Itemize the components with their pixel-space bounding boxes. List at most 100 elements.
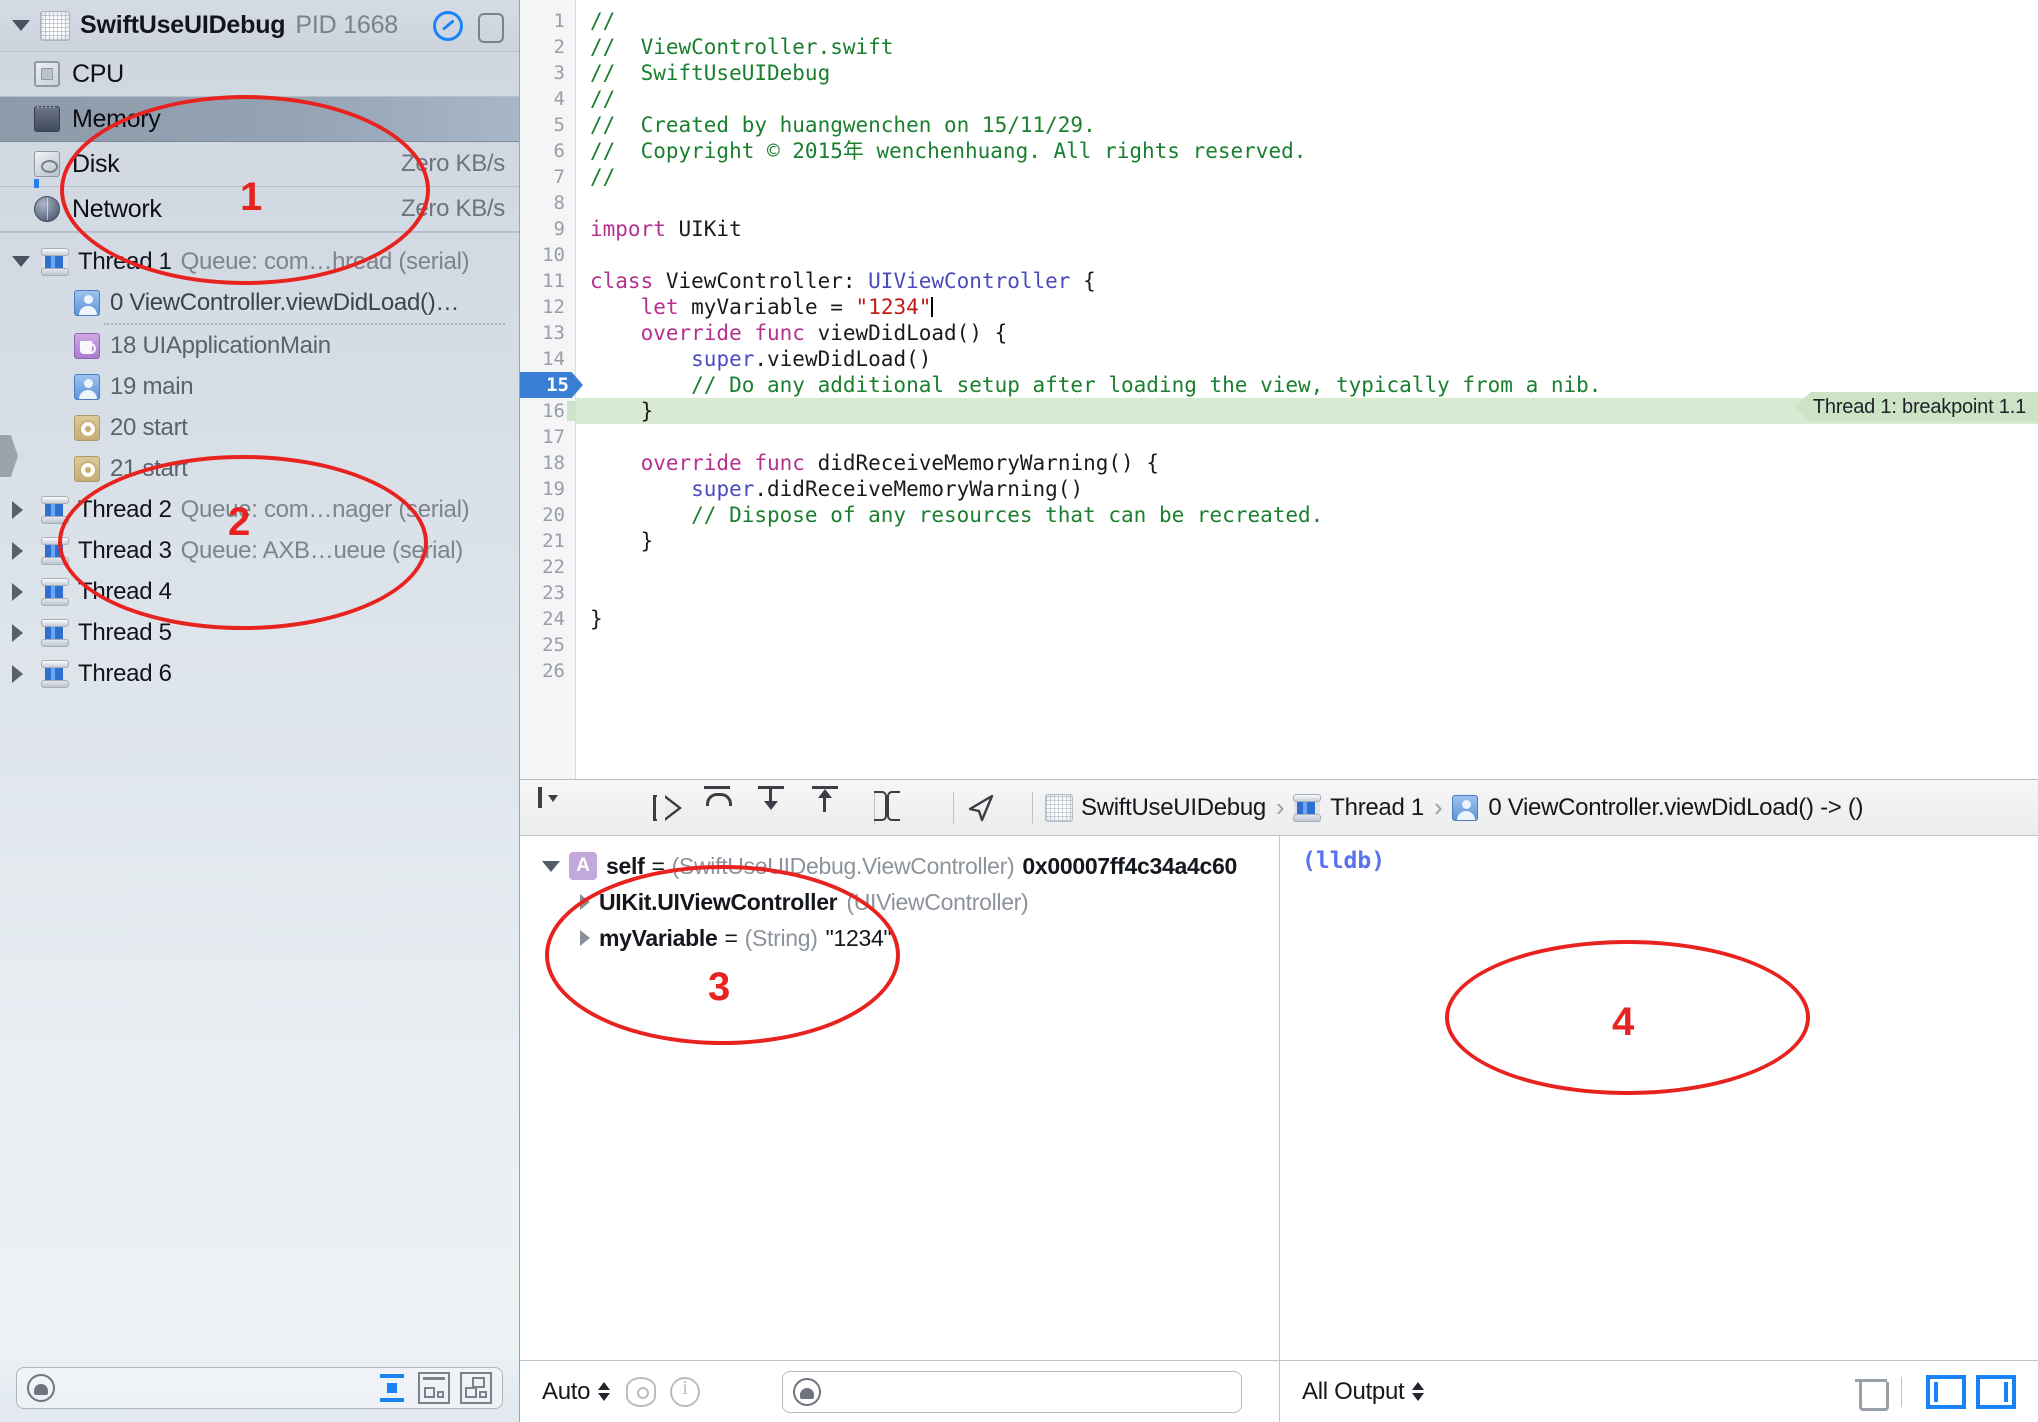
variable-scope-popup[interactable]: Auto <box>542 1378 610 1406</box>
stack-frame-row-19[interactable]: 19 main <box>0 366 519 407</box>
code-line: // <box>576 86 2038 112</box>
thread-list: Thread 1 Queue: com…hread (serial) 0 Vie… <box>0 233 519 1354</box>
updown-chevron-icon <box>598 1382 610 1401</box>
hide-debug-area-button[interactable] <box>538 789 584 827</box>
filter-by-queues-button[interactable] <box>460 1372 492 1404</box>
line-number: 7 <box>520 164 575 190</box>
line-number: 11 <box>520 268 575 294</box>
thread-row-2[interactable]: Thread 2 Queue: com…nager (serial) <box>0 489 519 530</box>
variable-row-self[interactable]: A self = (SwiftUseUIDebug.ViewController… <box>520 848 1279 884</box>
gauge-row-network[interactable]: Network Zero KB/s <box>0 187 519 232</box>
chevron-down-icon[interactable] <box>12 256 30 267</box>
code-line-func-didreceivememorywarning: override func didReceiveMemoryWarning() … <box>576 450 2038 476</box>
filter-by-threads-button[interactable] <box>418 1372 450 1404</box>
chevron-right-icon[interactable] <box>580 894 590 910</box>
line-number: 20 <box>520 502 575 528</box>
clear-console-icon[interactable] <box>1855 1375 1887 1409</box>
filter-by-stack-frames-button[interactable] <box>376 1372 408 1404</box>
thread-queue: Queue: com…hread (serial) <box>181 248 470 276</box>
thread-spool-icon <box>42 538 68 564</box>
split-view-icon[interactable] <box>477 12 505 40</box>
toolbar-divider <box>953 792 954 824</box>
memory-icon <box>34 106 60 132</box>
network-icon <box>34 196 60 222</box>
app-icon <box>1045 794 1073 822</box>
chevron-down-icon[interactable] <box>542 861 560 872</box>
step-into-button[interactable] <box>754 789 800 827</box>
simulate-location-button[interactable] <box>966 789 1012 827</box>
stack-frame-row-18[interactable]: 18 UIApplicationMain <box>0 325 519 366</box>
gauge-row-cpu[interactable]: CPU <box>0 52 519 97</box>
code-line: // Dispose of any resources that can be … <box>576 502 2038 528</box>
variable-type: (SwiftUseUIDebug.ViewController) <box>672 853 1015 880</box>
variables-filter-field[interactable] <box>782 1371 1242 1413</box>
line-number: 5 <box>520 112 575 138</box>
code-line <box>576 190 2038 216</box>
stack-frame-row-21[interactable]: 21 start <box>0 448 519 489</box>
code-line: // ViewController.swift <box>576 34 2038 60</box>
chevron-right-icon[interactable] <box>12 501 23 519</box>
thread-row-5[interactable]: Thread 5 <box>0 612 519 653</box>
line-number-gutter[interactable]: 1 2 3 4 5 6 7 8 9 10 11 12 13 14 15 16 1… <box>520 0 576 779</box>
gauge-view-icon[interactable] <box>433 11 463 41</box>
thread-row-1[interactable]: Thread 1 Queue: com…hread (serial) <box>0 241 519 282</box>
step-out-button[interactable] <box>808 789 854 827</box>
show-console-pane-button[interactable] <box>1976 1375 2016 1409</box>
info-icon[interactable] <box>670 1377 700 1407</box>
person-icon <box>74 374 100 400</box>
line-number: 9 <box>520 216 575 242</box>
updown-chevron-icon <box>1412 1382 1424 1401</box>
line-number-breakpoint[interactable]: 16 <box>520 398 575 424</box>
breadcrumb: SwiftUseUIDebug › Thread 1 › 0 ViewContr… <box>1045 792 1863 823</box>
thread-row-6[interactable]: Thread 6 <box>0 653 519 694</box>
gauge-row-memory[interactable]: Memory <box>0 97 519 142</box>
variable-value: 0x00007ff4c34a4c60 <box>1022 853 1237 880</box>
variable-equals: = <box>651 853 664 880</box>
chevron-right-icon[interactable] <box>12 624 23 642</box>
variable-row-myvariable[interactable]: myVariable = (String) "1234" <box>520 920 1279 956</box>
console-footer: All Output <box>1280 1361 2038 1422</box>
breadcrumb-item-thread[interactable]: Thread 1 <box>1330 794 1424 822</box>
show-variables-pane-button[interactable] <box>1926 1375 1966 1409</box>
gauge-label-cpu: CPU <box>72 60 505 89</box>
chevron-right-icon[interactable] <box>12 542 23 560</box>
filter-bubble-icon <box>27 1374 55 1402</box>
footer-divider <box>1901 1377 1902 1407</box>
code-text-area[interactable]: // // ViewController.swift // SwiftUseUI… <box>576 0 2038 779</box>
quick-look-icon[interactable] <box>626 1377 656 1407</box>
line-number: 21 <box>520 528 575 554</box>
breadcrumb-item-frame[interactable]: 0 ViewController.viewDidLoad() -> () <box>1488 794 1863 822</box>
navigator-filter-field[interactable] <box>16 1367 503 1409</box>
breakpoints-toggle-button[interactable] <box>592 789 638 827</box>
chevron-right-icon[interactable] <box>12 583 23 601</box>
xcode-debug-window: SwiftUseUIDebug PID 1668 CPU Memory Disk… <box>0 0 2038 1422</box>
gauge-row-disk[interactable]: Disk Zero KB/s <box>0 142 519 187</box>
breadcrumb-item-project[interactable]: SwiftUseUIDebug <box>1081 794 1266 822</box>
continue-button[interactable] <box>646 789 692 827</box>
view-hierarchy-button[interactable] <box>887 789 933 827</box>
line-number: 10 <box>520 242 575 268</box>
thread-spool-icon <box>42 249 68 275</box>
thread-row-3[interactable]: Thread 3 Queue: AXB…ueue (serial) <box>0 530 519 571</box>
thread-name: Thread 5 <box>78 619 172 647</box>
console-output-view[interactable]: (lldb) <box>1280 836 2038 1360</box>
thread-spool-icon <box>42 579 68 605</box>
variable-name: myVariable <box>599 925 717 952</box>
cpu-icon <box>34 61 60 87</box>
variable-row-uiviewcontroller[interactable]: UIKit.UIViewController (UIViewController… <box>520 884 1279 920</box>
stack-frame-label: 21 start <box>110 455 188 483</box>
code-line <box>576 424 2038 450</box>
step-over-button[interactable] <box>700 789 746 827</box>
process-header-row[interactable]: SwiftUseUIDebug PID 1668 <box>0 0 519 52</box>
chevron-right-icon[interactable] <box>12 665 23 683</box>
console-output-popup[interactable]: All Output <box>1302 1378 1424 1406</box>
stack-frame-row-20[interactable]: 20 start <box>0 407 519 448</box>
thread-queue: Queue: AXB…ueue (serial) <box>181 537 463 565</box>
chevron-right-icon[interactable] <box>580 930 590 946</box>
thread-row-4[interactable]: Thread 4 <box>0 571 519 612</box>
editor-and-debug-area: 1 2 3 4 5 6 7 8 9 10 11 12 13 14 15 16 1… <box>520 0 2038 1422</box>
chevron-down-icon[interactable] <box>12 20 30 31</box>
stack-frame-label: 0 ViewController.viewDidLoad()… <box>110 289 459 317</box>
thread-spool-icon <box>42 497 68 523</box>
stack-frame-row-0[interactable]: 0 ViewController.viewDidLoad()… <box>0 282 519 323</box>
